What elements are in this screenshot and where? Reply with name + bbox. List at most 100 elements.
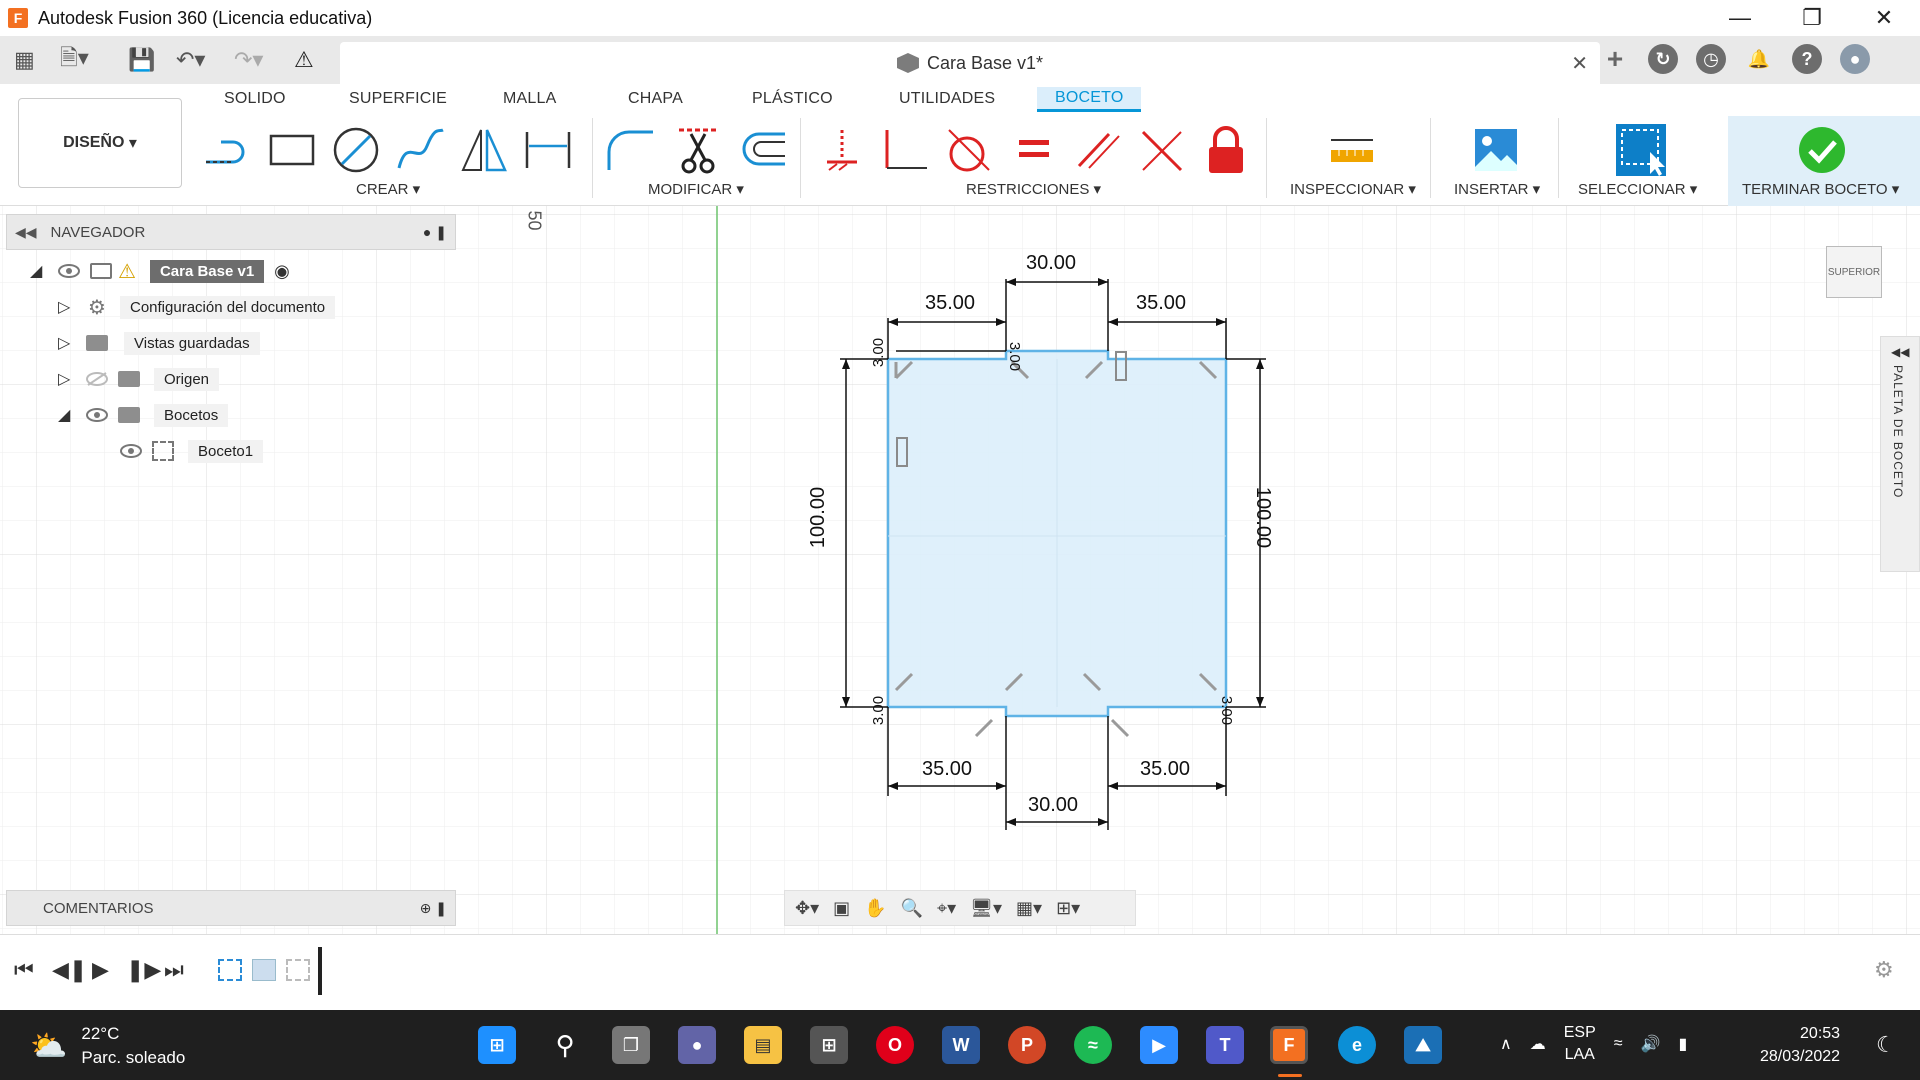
- photos-icon[interactable]: ⛰: [1404, 1026, 1442, 1064]
- expand-triangle-icon[interactable]: ▷: [58, 333, 78, 353]
- onedrive-cloud-icon[interactable]: ☁: [1530, 1034, 1546, 1054]
- sketch-dimension-tool-icon[interactable]: [522, 124, 574, 176]
- calculator-icon[interactable]: ⊞: [810, 1026, 848, 1064]
- dimension-left-height[interactable]: 100.00: [807, 487, 830, 548]
- visibility-eye-icon[interactable]: [84, 407, 110, 423]
- step-forward-icon[interactable]: ❚▶: [126, 957, 161, 983]
- activate-radio-icon[interactable]: ◉: [274, 261, 290, 282]
- dimension-bottom-left[interactable]: 35.00: [922, 758, 972, 781]
- job-status-clock-icon[interactable]: ◷: [1696, 44, 1726, 74]
- group-crear[interactable]: CREAR ▾: [356, 180, 420, 198]
- lock-constraint-icon[interactable]: [1200, 124, 1252, 176]
- tangent-constraint-icon[interactable]: [942, 124, 994, 176]
- file-explorer-icon[interactable]: ▤: [744, 1026, 782, 1064]
- timeline-sketch-item-icon[interactable]: [286, 959, 310, 981]
- close-icon[interactable]: ✕: [1848, 0, 1920, 36]
- dimension-right-height[interactable]: 100.00: [1251, 487, 1274, 548]
- go-to-end-icon[interactable]: ⏭: [164, 957, 184, 983]
- clock[interactable]: 20:53 28/03/2022: [1760, 1022, 1840, 1068]
- expand-triangle-icon[interactable]: ▷: [58, 297, 78, 317]
- file-menu-icon[interactable]: 🗎▾: [60, 45, 89, 74]
- visibility-eye-icon[interactable]: [56, 263, 82, 279]
- save-icon[interactable]: 💾: [128, 46, 155, 74]
- show-hidden-icons-chevron-icon[interactable]: ∧: [1500, 1034, 1512, 1054]
- dimension-top-center[interactable]: 30.00: [1026, 252, 1076, 275]
- line-tool-icon[interactable]: [202, 124, 254, 176]
- viewports-icon[interactable]: ⊞▾: [1056, 898, 1080, 919]
- settings-gear-icon[interactable]: ⚙: [1874, 957, 1894, 983]
- navigator-panel-header[interactable]: ◀◀ NAVEGADOR ● ❚: [6, 214, 456, 250]
- select-window-icon[interactable]: [1614, 124, 1666, 176]
- group-modificar[interactable]: MODIFICAR ▾: [648, 180, 744, 198]
- battery-icon[interactable]: ▮: [1678, 1034, 1687, 1054]
- windows-start-icon[interactable]: ⊞: [478, 1026, 516, 1064]
- visibility-eye-icon[interactable]: [118, 443, 144, 459]
- measure-ruler-icon[interactable]: [1326, 124, 1378, 176]
- viewcube[interactable]: SUPERIOR: [1826, 246, 1882, 298]
- tab-chapa[interactable]: CHAPA: [628, 90, 683, 108]
- tree-label-root[interactable]: Cara Base v1: [149, 259, 265, 283]
- expand-double-arrow-icon[interactable]: ◀◀: [1891, 345, 1909, 359]
- user-avatar[interactable]: ●: [1840, 44, 1870, 74]
- tree-row-root[interactable]: ◢ ⚠ Cara Base v1 ◉: [30, 256, 290, 286]
- tree-label-sketches[interactable]: Bocetos: [154, 403, 229, 427]
- coincident-constraint-icon[interactable]: [1136, 124, 1188, 176]
- spline-tool-icon[interactable]: [394, 124, 446, 176]
- rectangle-tool-icon[interactable]: [266, 124, 318, 176]
- collapse-triangle-icon[interactable]: ◢: [58, 405, 78, 425]
- minimize-icon[interactable]: —: [1704, 0, 1776, 36]
- fusion360-taskbar-icon[interactable]: F: [1270, 1026, 1308, 1064]
- group-restricciones[interactable]: RESTRICCIONES ▾: [966, 180, 1101, 198]
- tree-row-sketches[interactable]: ◢ Bocetos: [58, 400, 229, 430]
- hidden-eye-icon[interactable]: [84, 371, 110, 387]
- tree-row-sketch1[interactable]: Boceto1: [112, 436, 264, 466]
- volume-icon[interactable]: 🔊: [1641, 1034, 1661, 1054]
- step-back-icon[interactable]: ◀❚: [52, 957, 87, 983]
- dimension-notch-bottom-left[interactable]: 3.00: [870, 696, 887, 725]
- search-icon[interactable]: ⚲: [546, 1026, 584, 1064]
- dimension-top-left[interactable]: 35.00: [925, 292, 975, 315]
- tree-label-saved-views[interactable]: Vistas guardadas: [124, 331, 260, 355]
- tree-label-sketch1[interactable]: Boceto1: [188, 439, 264, 463]
- extensions-icon[interactable]: ↻: [1648, 44, 1678, 74]
- fit-icon[interactable]: ⌖▾: [937, 898, 956, 919]
- group-seleccionar[interactable]: SELECCIONAR ▾: [1578, 180, 1697, 198]
- notification-moon-icon[interactable]: ☾: [1876, 1032, 1896, 1058]
- fillet-tool-icon[interactable]: [604, 124, 656, 176]
- expand-triangle-icon[interactable]: ▷: [58, 369, 78, 389]
- word-icon[interactable]: W: [942, 1026, 980, 1064]
- restore-icon[interactable]: ❐: [1776, 0, 1848, 36]
- wifi-icon[interactable]: ≈: [1614, 1035, 1623, 1053]
- weather-widget[interactable]: ⛅ 22°C Parc. soleado: [30, 1022, 185, 1070]
- offset-tool-icon[interactable]: [736, 124, 788, 176]
- tree-row-saved-views[interactable]: ▷ Vistas guardadas: [58, 328, 260, 358]
- perpendicular-constraint-icon[interactable]: [878, 124, 930, 176]
- play-icon[interactable]: ▶: [92, 957, 109, 983]
- collapse-double-arrow-icon[interactable]: ◀◀: [15, 224, 37, 241]
- tree-label-origin[interactable]: Origen: [154, 367, 220, 391]
- chat-icon[interactable]: ●: [678, 1026, 716, 1064]
- edge-browser-icon[interactable]: e: [1338, 1026, 1376, 1064]
- comments-panel-header[interactable]: COMENTARIOS ⊕ ❚: [6, 890, 456, 926]
- display-settings-icon[interactable]: 🖥▾: [970, 898, 1002, 919]
- go-to-start-icon[interactable]: ⏮: [14, 957, 34, 983]
- workspace-dropdown[interactable]: DISEÑO ▾: [18, 98, 182, 188]
- new-tab-plus-icon[interactable]: +: [1600, 43, 1630, 74]
- zoom-icon[interactable]: 🔍: [901, 898, 923, 919]
- grid-settings-icon[interactable]: ▦▾: [1016, 898, 1042, 919]
- collapse-triangle-icon[interactable]: ◢: [30, 261, 50, 281]
- notifications-bell-icon[interactable]: 🔔: [1744, 44, 1774, 74]
- teams-icon[interactable]: T: [1206, 1026, 1244, 1064]
- tab-superficie[interactable]: SUPERFICIE: [349, 90, 447, 108]
- timeline-marker[interactable]: [318, 947, 322, 995]
- trim-scissors-icon[interactable]: [672, 124, 724, 176]
- dimension-bottom-center[interactable]: 30.00: [1028, 794, 1078, 817]
- dimension-bottom-right[interactable]: 35.00: [1140, 758, 1190, 781]
- add-comment-icon[interactable]: ⊕ ❚: [420, 900, 447, 917]
- navigator-options-icon[interactable]: ● ❚: [423, 224, 447, 241]
- tab-malla[interactable]: MALLA: [503, 90, 556, 108]
- circle-tool-icon[interactable]: [330, 124, 382, 176]
- task-view-icon[interactable]: ❐: [612, 1026, 650, 1064]
- tree-row-document-settings[interactable]: ▷ ⚙ Configuración del documento: [58, 292, 336, 322]
- dimension-notch-top-left[interactable]: 3.00: [870, 338, 887, 367]
